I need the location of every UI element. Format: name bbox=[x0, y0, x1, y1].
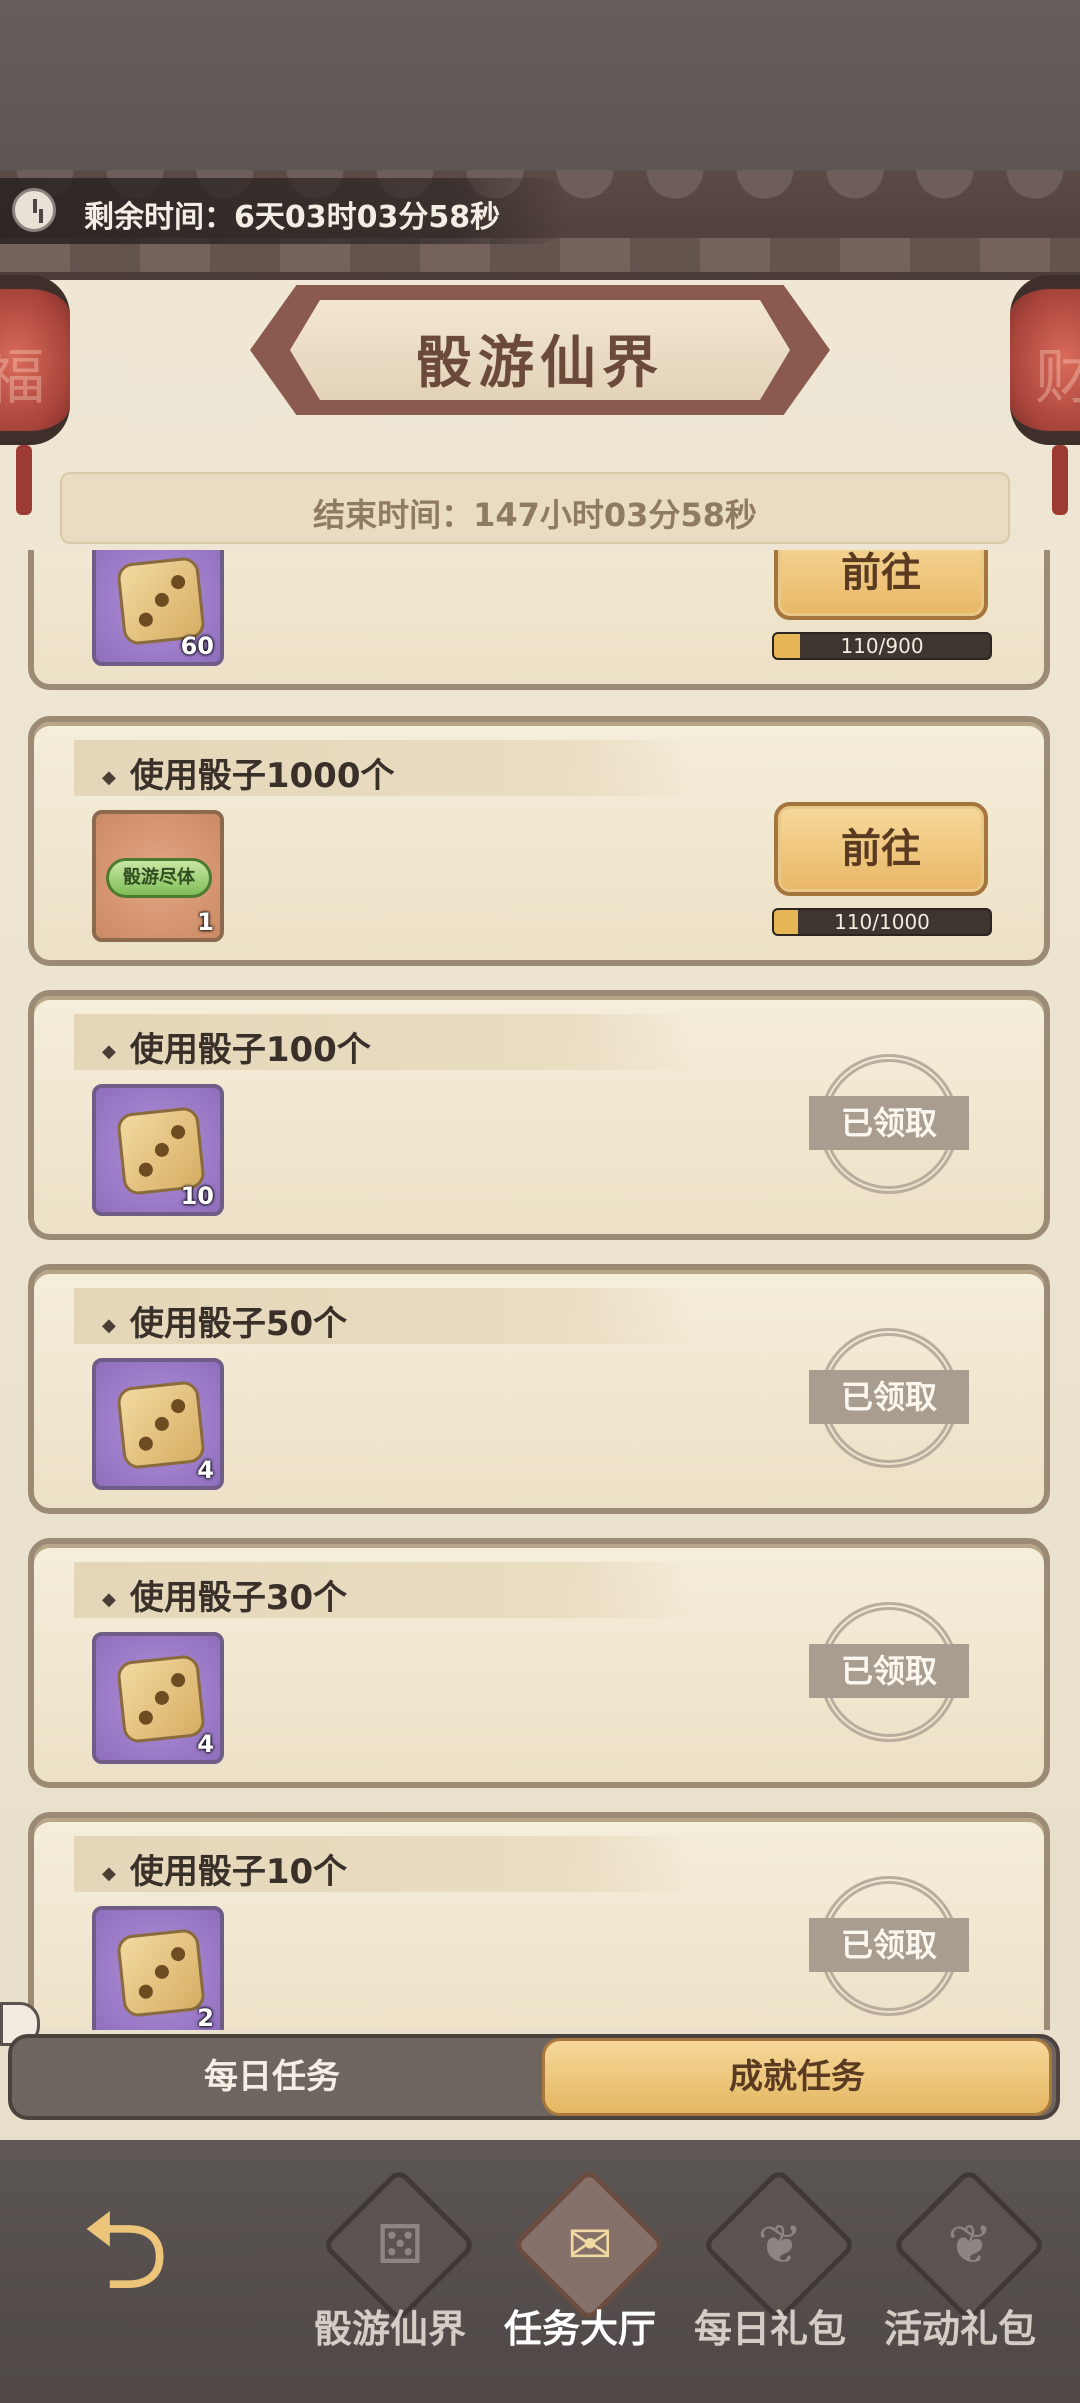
dice-icon bbox=[115, 1653, 207, 1745]
reward-quantity: 10 bbox=[180, 1182, 214, 1210]
nav-label: 每日礼包 bbox=[693, 2307, 846, 2351]
task-tab-bar: 每日任务 成就任务 bbox=[8, 2034, 1060, 2120]
go-button[interactable]: 前往 bbox=[774, 802, 988, 896]
page-title: 骰游仙界 bbox=[416, 331, 664, 396]
nav-item-task-hall[interactable]: ✉ 任务大厅 bbox=[490, 2167, 670, 2351]
task-card: 使用骰子50个 4 已领取 bbox=[28, 1264, 1050, 1514]
progress-text: 110/900 bbox=[840, 634, 924, 658]
claimed-label: 已领取 bbox=[809, 1370, 969, 1424]
progress-bar: 110/900 bbox=[772, 632, 992, 660]
reward-quantity: 60 bbox=[180, 632, 214, 660]
reward-item[interactable]: 60 bbox=[92, 550, 224, 666]
reward-item[interactable]: 骰游尽体 1 bbox=[92, 810, 224, 942]
lantern-right: 财 bbox=[1010, 275, 1080, 445]
task-title: 使用骰子100个 bbox=[102, 1022, 371, 1071]
task-card: 使用骰子30个 4 已领取 bbox=[28, 1538, 1050, 1788]
claimed-label: 已领取 bbox=[809, 1644, 969, 1698]
remaining-time-text: 剩余时间：6天03时03分58秒 bbox=[84, 200, 501, 235]
dice-icon bbox=[115, 1927, 207, 2019]
scroll-icon: 骰游尽体 bbox=[106, 858, 212, 898]
claimed-label: 已领取 bbox=[809, 1918, 969, 1972]
back-arrow-icon[interactable]: ⮌ bbox=[60, 2195, 190, 2305]
reward-quantity: 4 bbox=[197, 1456, 214, 1484]
task-card: 60 前往 110/900 bbox=[28, 550, 1050, 690]
nav-label: 骰游仙界 bbox=[313, 2307, 466, 2351]
reward-item[interactable]: 10 bbox=[92, 1084, 224, 1216]
claimed-label: 已领取 bbox=[809, 1096, 969, 1150]
lantern-tassel-left bbox=[16, 445, 32, 515]
progress-bar: 110/1000 bbox=[772, 908, 992, 936]
reward-item[interactable]: 4 bbox=[92, 1632, 224, 1764]
gift-bag-icon: ❦ bbox=[757, 2213, 803, 2276]
nav-item-dice-realm[interactable]: ⚄ 骰游仙界 bbox=[300, 2167, 480, 2351]
gift-bag-icon: ❦ bbox=[947, 2213, 993, 2276]
dice-icon: ⚄ bbox=[376, 2213, 424, 2276]
task-title: 使用骰子1000个 bbox=[102, 748, 395, 797]
reward-item[interactable]: 4 bbox=[92, 1358, 224, 1490]
reward-item[interactable]: 2 bbox=[92, 1906, 224, 2030]
lantern-left: 福 bbox=[0, 275, 70, 445]
dice-icon bbox=[115, 1379, 207, 1471]
nav-item-daily-gift[interactable]: ❦ 每日礼包 bbox=[680, 2167, 860, 2351]
lantern-tassel-right bbox=[1052, 445, 1068, 515]
task-title: 使用骰子50个 bbox=[102, 1296, 347, 1345]
reward-quantity: 4 bbox=[197, 1730, 214, 1758]
reward-quantity: 1 bbox=[197, 908, 214, 936]
task-card: 使用骰子100个 10 已领取 bbox=[28, 990, 1050, 1240]
clock-icon bbox=[12, 188, 56, 232]
task-title: 使用骰子10个 bbox=[102, 1844, 347, 1893]
progress-text: 110/1000 bbox=[834, 910, 930, 934]
task-list[interactable]: 60 前往 110/900 使用骰子1000个 骰游尽体 1 前往 110/10… bbox=[0, 550, 1080, 2030]
nav-label: 任务大厅 bbox=[503, 2307, 656, 2351]
nav-label: 活动礼包 bbox=[883, 2307, 1036, 2351]
scroll-icon: ✉ bbox=[567, 2213, 613, 2276]
end-time-text: 结束时间：147小时03分58秒 bbox=[313, 496, 757, 534]
task-card: 使用骰子10个 2 已领取 bbox=[28, 1812, 1050, 2030]
tab-daily-tasks[interactable]: 每日任务 bbox=[12, 2038, 532, 2116]
tab-achievement-tasks[interactable]: 成就任务 bbox=[542, 2038, 1052, 2116]
go-button[interactable]: 前往 bbox=[774, 550, 988, 620]
task-card: 使用骰子1000个 骰游尽体 1 前往 110/1000 bbox=[28, 716, 1050, 966]
end-time-bar: 结束时间：147小时03分58秒 bbox=[60, 472, 1010, 544]
task-title: 使用骰子30个 bbox=[102, 1570, 347, 1619]
nav-item-event-gift[interactable]: ❦ 活动礼包 bbox=[870, 2167, 1050, 2351]
reward-quantity: 2 bbox=[197, 2004, 214, 2030]
remaining-time-banner: 剩余时间：6天03时03分58秒 bbox=[0, 178, 570, 244]
top-band bbox=[0, 0, 1080, 180]
